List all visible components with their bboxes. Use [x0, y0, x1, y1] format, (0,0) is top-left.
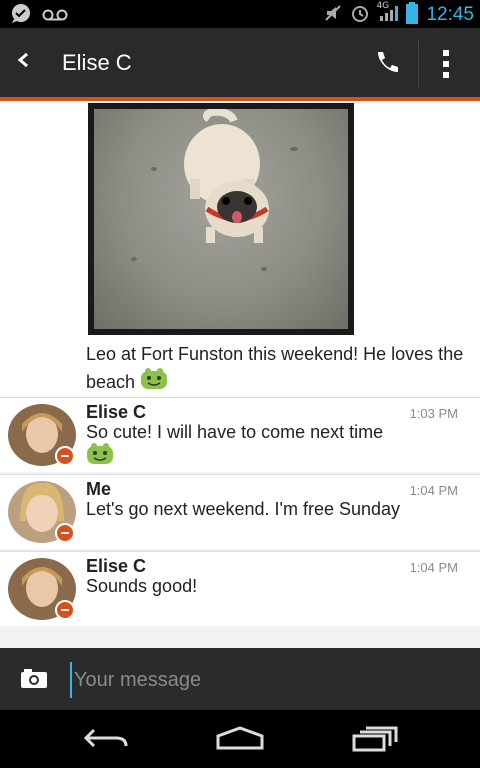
status-bar: 4G 12:45 [0, 0, 480, 28]
status-clock: 12:45 [426, 4, 474, 25]
action-bar: Elise C [0, 28, 480, 100]
message-text-wrapper: So cute! I will have to come next time [86, 422, 383, 470]
sender-name: Me [86, 479, 112, 499]
remove-badge-icon [55, 523, 75, 543]
network-type-label: 4G [376, 1, 390, 11]
message-composer [0, 648, 480, 710]
emoji-icon [86, 443, 114, 470]
nav-recents-button[interactable] [350, 726, 400, 756]
nav-home-button[interactable] [214, 726, 266, 756]
message-time: 1:04 PM [409, 560, 458, 575]
conversation-title: Elise C [62, 50, 132, 75]
back-button[interactable] [16, 50, 30, 76]
call-button[interactable] [372, 48, 400, 80]
home-icon [216, 726, 264, 750]
message-time: 1:03 PM [409, 406, 458, 421]
conversation-list[interactable]: Leo at Fort Funston this weekend! He lov… [0, 101, 480, 648]
signal-icon: 4G [376, 1, 399, 27]
chat-notification-icon [10, 4, 32, 28]
recent-apps-icon [352, 726, 398, 752]
message-item[interactable]: Elise C 1:04 PM Sounds good! [0, 551, 480, 626]
sender-name: Elise C [86, 402, 147, 422]
attach-photo-button[interactable] [20, 668, 48, 694]
sender-name: Elise C [86, 556, 147, 576]
shared-photo[interactable] [88, 103, 354, 335]
message-text: So cute! I will have to come next time [86, 422, 384, 442]
phone-icon [378, 52, 398, 72]
message-text: Sounds good! [86, 576, 198, 596]
message-text: Let's go next weekend. I'm free Sunday [86, 499, 401, 519]
action-divider [418, 40, 419, 88]
message-input[interactable] [70, 662, 460, 698]
photo-caption: Leo at Fort Funston this weekend! He lov… [86, 341, 466, 398]
voicemail-icon [42, 7, 68, 26]
battery-icon [406, 2, 419, 28]
back-chevron-icon [17, 52, 28, 68]
mute-icon [324, 4, 342, 26]
navigation-bar [0, 710, 480, 768]
camera-icon [21, 669, 47, 688]
pug-photo-illustration [131, 109, 298, 271]
nav-back-button[interactable] [82, 726, 130, 756]
more-vertical-icon [443, 50, 449, 78]
message-time: 1:04 PM [409, 483, 458, 498]
remove-badge-icon [55, 600, 75, 620]
photo-message: Leo at Fort Funston this weekend! He lov… [0, 101, 480, 397]
overflow-menu-button[interactable] [440, 46, 452, 86]
message-item[interactable]: Me 1:04 PM Let's go next weekend. I'm fr… [0, 474, 480, 549]
remove-badge-icon [55, 446, 75, 466]
nav-back-icon [83, 728, 128, 748]
emoji-icon [140, 368, 168, 398]
alarm-icon [350, 3, 370, 27]
message-item[interactable]: Elise C 1:03 PM So cute! I will have to … [0, 397, 480, 472]
